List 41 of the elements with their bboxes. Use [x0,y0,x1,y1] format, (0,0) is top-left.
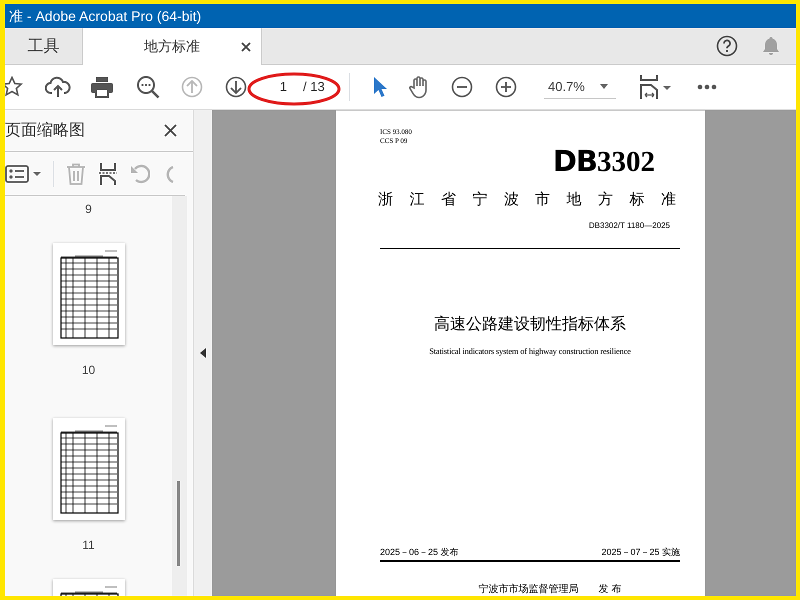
pointer-icon[interactable] [372,76,388,98]
issue-date: 2025－06－25 发布 [380,546,459,558]
zoom-out-icon[interactable] [451,76,473,98]
tab[interactable]: 地方标准 [82,28,262,65]
page-thumbnail[interactable] [52,243,124,345]
collapse-left-icon[interactable] [200,348,206,358]
help-icon[interactable] [716,35,738,57]
panel-title: 页面缩略图 [5,120,85,140]
close-icon[interactable] [241,42,251,52]
page-thumbnail[interactable] [52,418,124,520]
window-title: 准 - Adobe Acrobat Pro (64-bit) [5,4,796,28]
issuer-heading: 浙江省宁波市地方标准 [378,190,676,210]
document-title: 高速公路建设韧性指标体系 [433,314,627,334]
page-down-icon[interactable] [225,76,247,98]
zoom-dropdown[interactable]: 40.7% [544,74,616,100]
more-icon[interactable] [697,84,717,90]
publish-label: 发 布 [598,583,622,596]
standard-number: DB3302/T 1180—2025 [588,220,670,232]
options-menu-icon[interactable] [5,164,41,184]
print-icon[interactable] [90,76,114,98]
scrollbar-thumb[interactable] [177,481,180,566]
panel-collapse-handle[interactable] [193,110,212,596]
tab[interactable]: 工具 [5,28,82,65]
page-number-field[interactable]: 1 [259,77,287,97]
page-label: 11 [82,537,95,554]
zoom-in-icon[interactable] [495,76,517,98]
publisher: 宁波市市场监督管理局 [478,582,579,596]
fit-page-icon[interactable] [638,74,672,100]
extract-page-icon[interactable] [98,162,118,186]
page-label: 9 [85,201,92,218]
close-icon[interactable] [164,124,177,137]
page-count: / 13 [303,78,325,96]
hand-icon[interactable] [408,75,430,99]
implementation-date: 2025－07－25 实施 [601,546,680,558]
standard-logo: DB3302 [552,146,655,177]
zoom-search-icon[interactable] [136,75,160,99]
caret-icon [600,84,608,89]
page-label: 10 [82,362,96,379]
english-title: Statistical indicators system of highway construction resilience [428,344,632,358]
cloud-upload-icon[interactable] [45,76,71,98]
star-icon[interactable] [5,76,23,98]
